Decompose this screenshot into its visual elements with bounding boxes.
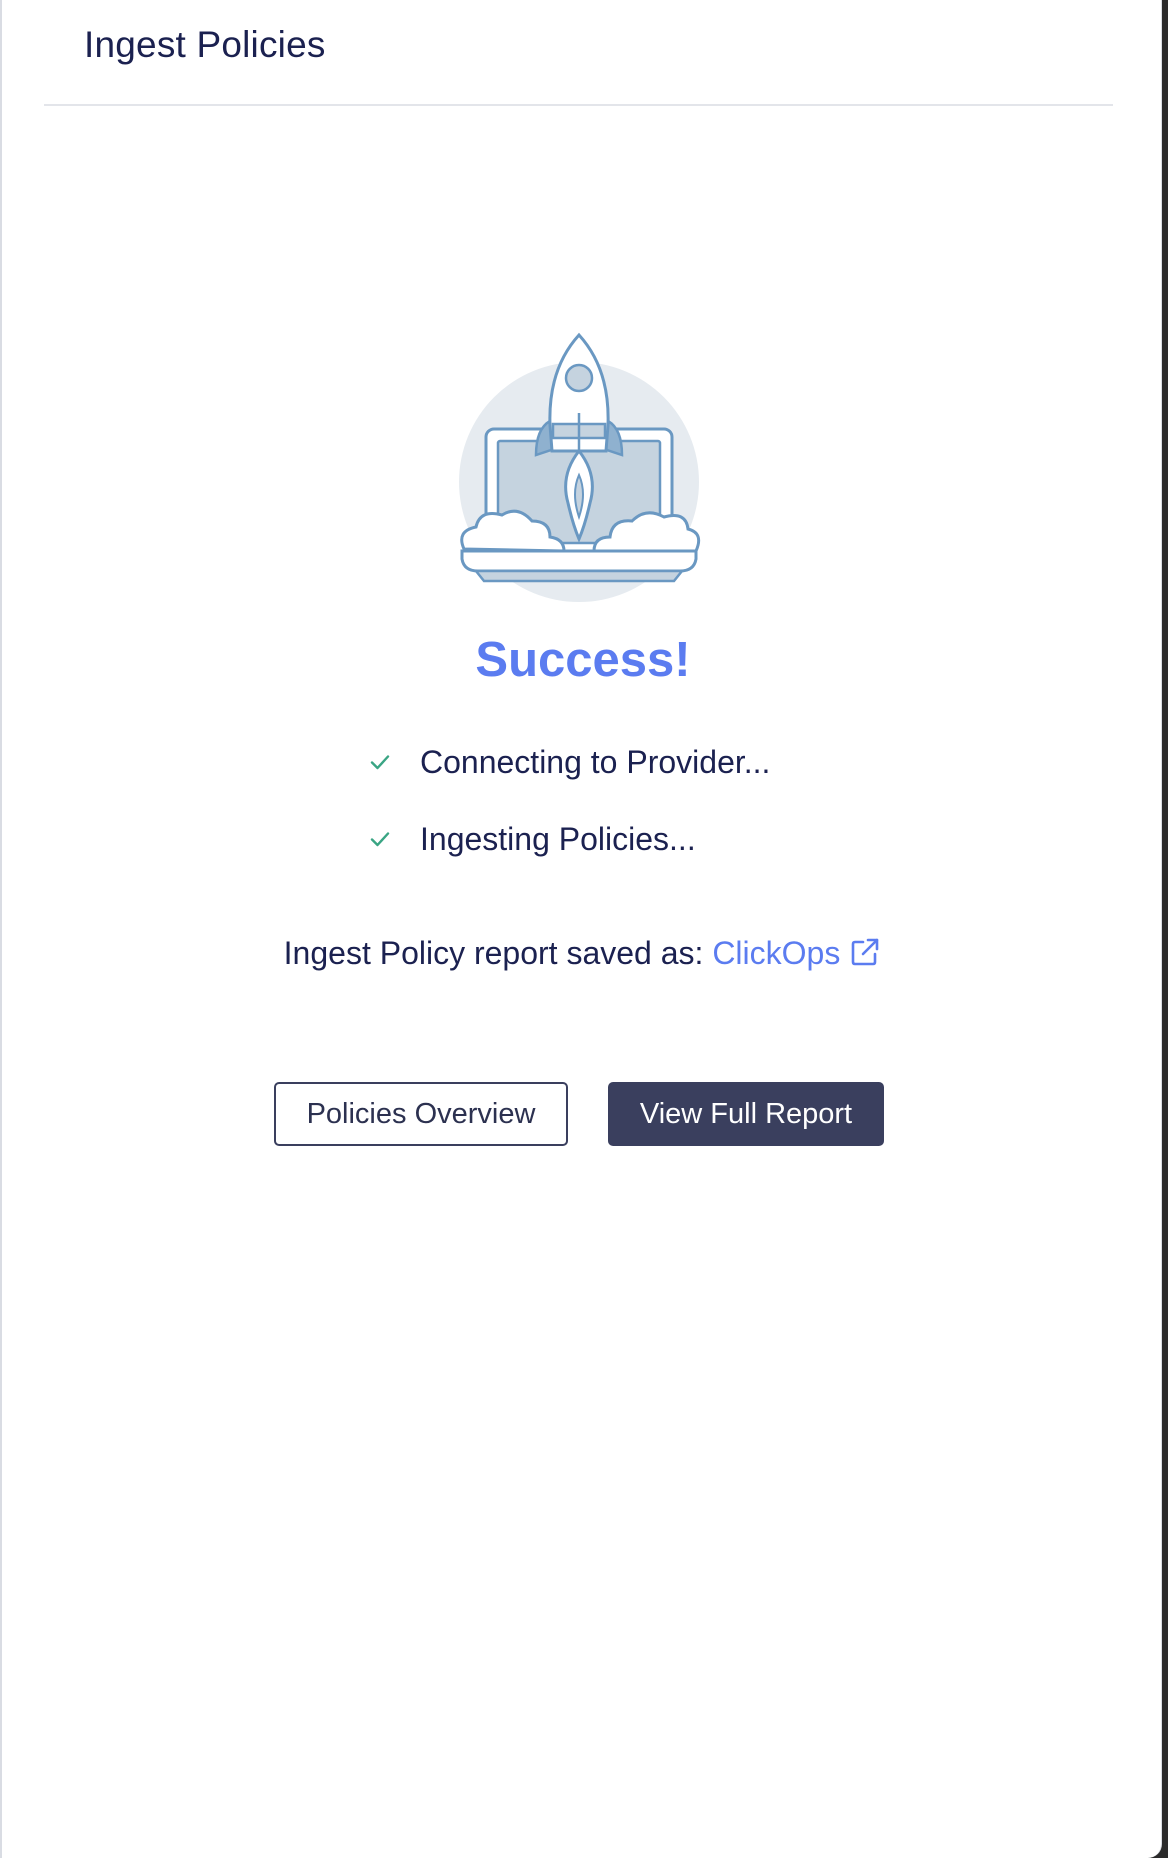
external-link-icon[interactable] (848, 935, 882, 969)
step-label: Connecting to Provider... (420, 743, 771, 780)
panel-header: Ingest Policies (44, 0, 1113, 106)
step-ingesting: Ingesting Policies... (366, 817, 696, 861)
report-link[interactable]: ClickOps (712, 935, 882, 971)
ingest-policies-panel: Ingest Policies Success! Connecting to P… (0, 0, 1162, 1858)
view-full-report-button[interactable]: View Full Report (608, 1082, 884, 1146)
check-icon (370, 755, 390, 770)
success-title: Success! (475, 633, 691, 687)
policies-overview-button[interactable]: Policies Overview (274, 1082, 568, 1146)
page-title: Ingest Policies (84, 24, 326, 65)
check-icon (370, 832, 390, 847)
report-saved-line: Ingest Policy report saved as: ClickOps (2, 935, 1164, 972)
rocket-launch-laptop-icon (459, 332, 701, 602)
step-label: Ingesting Policies... (420, 820, 696, 857)
report-link-text[interactable]: ClickOps (712, 935, 840, 971)
step-connecting: Connecting to Provider... (366, 740, 770, 784)
report-saved-prefix: Ingest Policy report saved as: (283, 935, 704, 971)
